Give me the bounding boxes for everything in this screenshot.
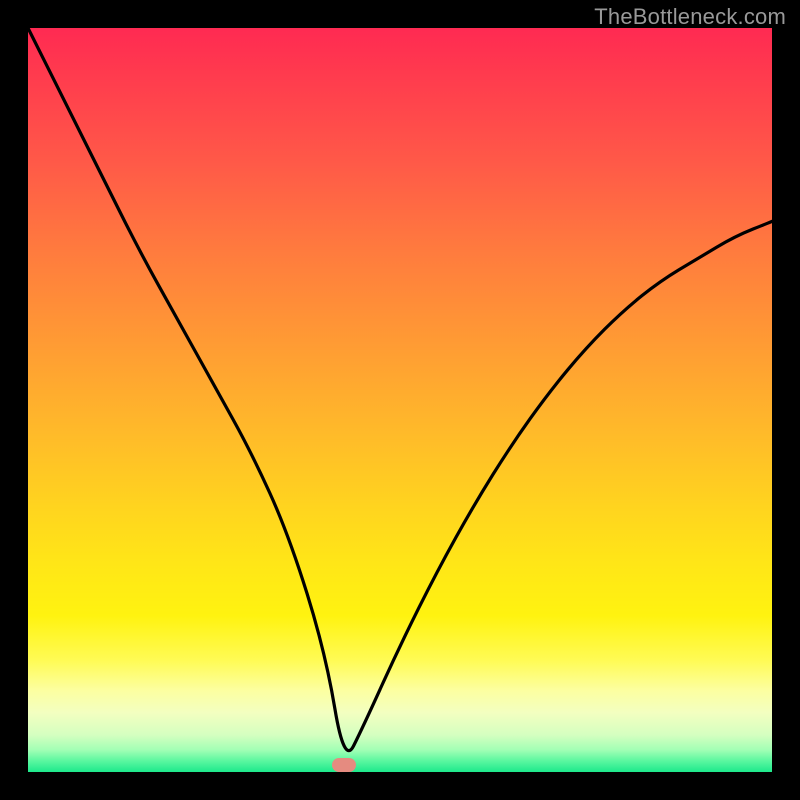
optimum-marker (332, 758, 356, 772)
watermark-text: TheBottleneck.com (594, 4, 786, 30)
curve-svg (28, 28, 772, 772)
chart-frame: TheBottleneck.com (0, 0, 800, 800)
bottleneck-curve (28, 28, 772, 751)
plot-area (28, 28, 772, 772)
